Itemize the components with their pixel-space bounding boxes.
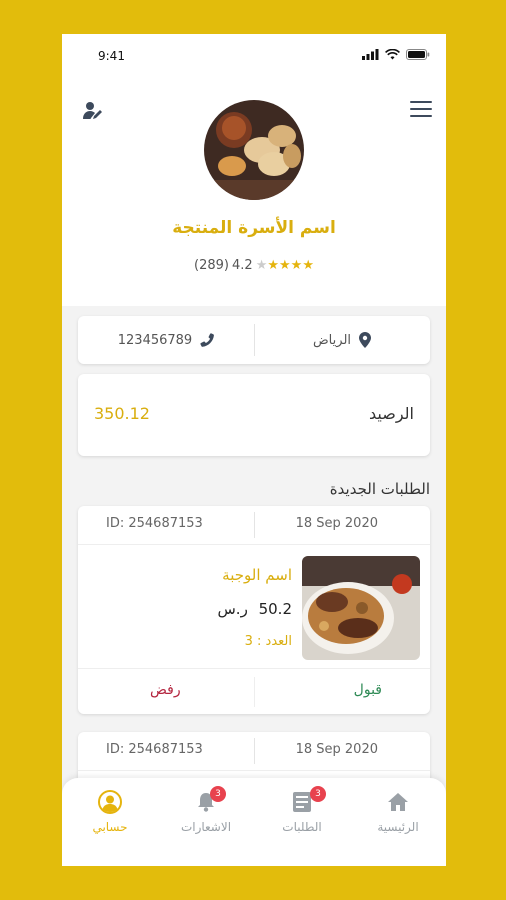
meal-price: 50.2 ر.س <box>217 600 292 618</box>
order-id: ID: 254687153 <box>106 516 203 531</box>
rating-value: 4.2 <box>232 258 253 273</box>
balance-card: الرصيد 350.12 <box>78 374 430 456</box>
wifi-icon <box>385 49 400 60</box>
nav-orders-label: الطلبات <box>282 820 322 834</box>
notifications-badge: 3 <box>210 786 226 802</box>
balance-amount: 350.12 <box>94 404 150 423</box>
order-id: ID: 254687153 <box>106 742 203 757</box>
actions-divider <box>254 677 255 707</box>
nav-notifications[interactable]: 3 الاشعارات <box>158 786 254 834</box>
phone-screen: 9:41 اسم الأسرة المنتجة (289) 4.2 ★★★★★ … <box>62 34 446 866</box>
phone-icon <box>200 333 215 347</box>
meal-price-value: 50.2 <box>258 600 292 618</box>
star-icon: ★ <box>255 258 268 273</box>
info-card: الرياض 123456789 <box>78 316 430 364</box>
star-icon: ★ <box>279 258 291 273</box>
menu-icon[interactable] <box>410 100 432 122</box>
nav-account-label: حسابي <box>92 820 128 834</box>
meal-quantity: العدد : 3 <box>244 634 292 649</box>
nav-orders[interactable]: 3 الطلبات <box>254 786 350 834</box>
home-icon <box>388 793 408 811</box>
signal-icon <box>362 49 379 60</box>
nav-account[interactable]: حسابي <box>62 790 158 834</box>
star-icon: ★ <box>302 258 314 273</box>
order-card[interactable]: 18 Sep 2020 ID: 254687153 اسم الوجبة 50.… <box>78 506 430 714</box>
order-date: 18 Sep 2020 <box>295 742 378 757</box>
reject-button[interactable]: رفض <box>150 682 181 698</box>
meal-name: اسم الوجبة <box>222 566 292 584</box>
new-orders-title: الطلبات الجديدة <box>329 480 430 498</box>
order-header: 18 Sep 2020 ID: 254687153 <box>78 732 430 771</box>
rating-stars: ★★★★★ <box>256 258 314 273</box>
order-header-divider <box>254 738 255 764</box>
order-header-divider <box>254 512 255 538</box>
orders-icon <box>293 792 311 812</box>
star-icon: ★ <box>290 258 303 273</box>
phone-info[interactable]: 123456789 <box>78 316 254 364</box>
nav-home[interactable]: الرئيسية <box>350 790 446 834</box>
profile-header: اسم الأسرة المنتجة (289) 4.2 ★★★★★ <box>62 78 446 306</box>
rating-count: (289) <box>194 258 229 273</box>
family-avatar <box>204 100 304 200</box>
star-icon: ★ <box>267 258 279 273</box>
status-time: 9:41 <box>98 49 125 63</box>
order-header: 18 Sep 2020 ID: 254687153 <box>78 506 430 545</box>
order-date: 18 Sep 2020 <box>295 516 378 531</box>
family-name: اسم الأسرة المنتجة <box>172 218 336 238</box>
battery-icon <box>406 49 430 60</box>
meal-currency: ر.س <box>217 600 248 618</box>
order-actions: قبول رفض <box>78 668 430 715</box>
accept-button[interactable]: قبول <box>354 682 382 698</box>
balance-label: الرصيد <box>369 404 414 423</box>
orders-badge: 3 <box>310 786 326 802</box>
account-icon <box>98 790 122 814</box>
nav-notifications-label: الاشعارات <box>180 820 232 834</box>
edit-profile-icon[interactable] <box>82 100 104 126</box>
info-divider <box>254 324 255 356</box>
nav-home-label: الرئيسية <box>377 820 419 834</box>
phone-number: 123456789 <box>117 332 193 348</box>
city-info: الرياض <box>254 316 430 364</box>
meal-image <box>302 556 420 660</box>
bottom-nav: الرئيسية 3 الطلبات 3 الاشعارات حسابي <box>62 778 446 866</box>
location-pin-icon <box>359 332 372 348</box>
rating: (289) 4.2 ★★★★★ <box>62 258 446 273</box>
status-icons <box>362 49 430 60</box>
city-label: الرياض <box>312 332 352 348</box>
status-bar: 9:41 <box>62 34 446 78</box>
